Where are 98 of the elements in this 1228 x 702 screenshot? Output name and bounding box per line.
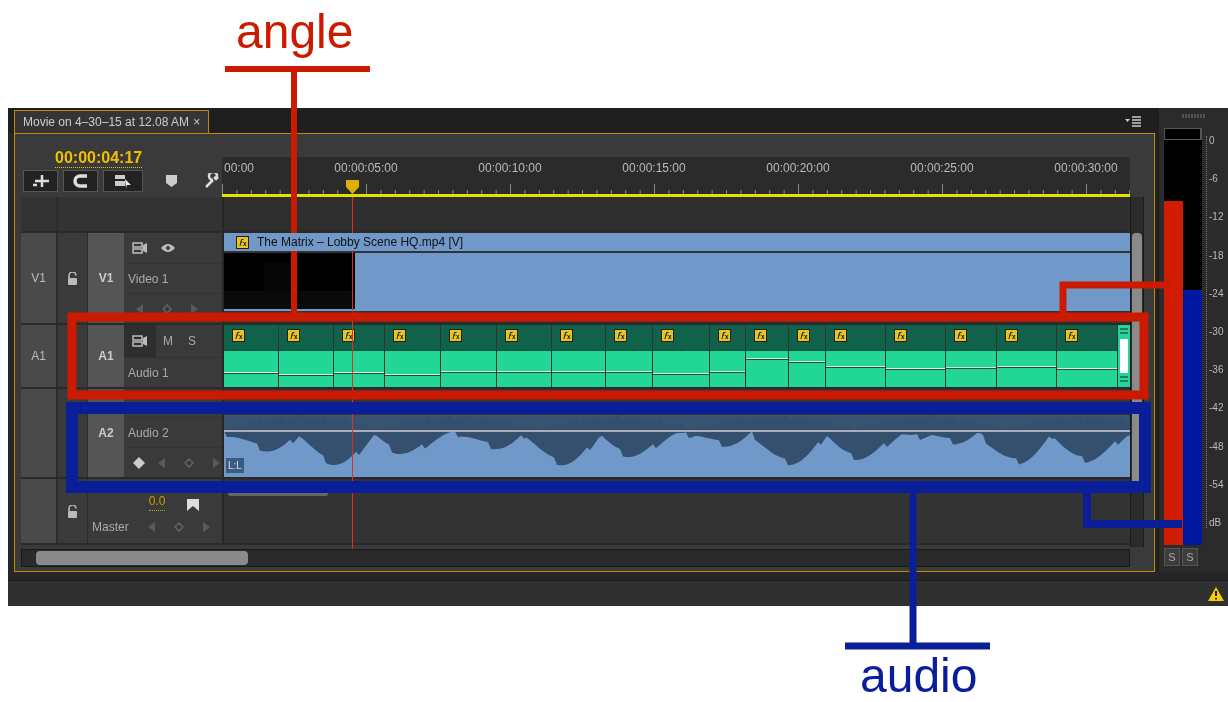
solo-button[interactable]: S	[1182, 548, 1198, 566]
meter-scale-label: -6	[1209, 174, 1219, 185]
effect-badge-icon	[718, 329, 731, 342]
timecode[interactable]: 00:00:04:17	[55, 149, 143, 168]
source-patch[interactable]: A1	[31, 347, 46, 365]
linked-selection-button[interactable]	[103, 170, 143, 192]
audio-clip[interactable]	[710, 325, 746, 387]
ruler-label: 00:00:25:00	[909, 160, 975, 177]
audio-clip[interactable]	[789, 325, 826, 387]
audio-clip[interactable]	[552, 325, 606, 387]
audio-clip[interactable]	[279, 325, 334, 387]
annotation-label: audio	[860, 648, 978, 702]
ruler-label: 00:00:20:00	[765, 160, 831, 177]
audio-clip[interactable]: L:L	[224, 415, 1130, 477]
audio-clip[interactable]	[334, 325, 385, 387]
track-toggle[interactable]: S	[180, 325, 204, 357]
audio-clip[interactable]	[1057, 325, 1118, 387]
ruler-label: 00:00:30:00	[1053, 160, 1119, 177]
track-toggle[interactable]: M	[156, 325, 180, 357]
track-name: Audio 1	[128, 364, 169, 382]
effect-badge-icon	[661, 329, 674, 342]
effect-badge-icon	[954, 329, 967, 342]
lock-icon[interactable]	[67, 504, 78, 518]
panel-tab[interactable]: Movie on 4–30–15 at 12.08 AM ×	[14, 110, 210, 133]
volume-value[interactable]: 0.0	[148, 492, 166, 511]
effect-badge-icon	[894, 329, 907, 342]
track-name: Master	[91, 519, 130, 536]
magnet-icon	[72, 174, 89, 188]
annotation-label: angle	[236, 4, 354, 60]
track-name: Audio 2	[128, 424, 169, 442]
audio-clip[interactable]	[224, 325, 279, 387]
ruler-label: 00:00:05:00	[333, 160, 399, 177]
track-target[interactable]: A1	[98, 347, 114, 365]
meter-scale-label: dB	[1209, 517, 1223, 528]
effect-badge-icon	[1005, 329, 1018, 342]
meter-scale-label: -12	[1209, 212, 1224, 223]
audio-clip[interactable]	[606, 325, 653, 387]
panel-title: Movie on 4–30–15 at 12.08 AM	[23, 114, 190, 131]
bookmark-icon[interactable]	[186, 499, 200, 511]
scrollbar-thumb[interactable]	[36, 551, 248, 565]
eye-icon[interactable]	[160, 243, 176, 253]
meter-scale-label: -48	[1209, 441, 1224, 452]
panel-menu-icon[interactable]	[1125, 116, 1141, 127]
audio-clip[interactable]	[886, 325, 946, 387]
snap-button[interactable]	[63, 170, 98, 192]
playhead-icon[interactable]	[346, 180, 359, 194]
effect-badge-icon	[560, 329, 573, 342]
audio-clip[interactable]	[441, 325, 497, 387]
effect-badge-icon	[393, 329, 406, 342]
meter-scale-label: 0	[1209, 136, 1216, 146]
meter-scale-label: -42	[1209, 403, 1224, 414]
audio-clip[interactable]	[497, 325, 552, 387]
ruler-label: 00:00:15:00	[621, 160, 687, 177]
effect-badge-icon	[287, 329, 300, 342]
insert-button[interactable]	[23, 170, 58, 192]
warning-icon[interactable]	[1208, 586, 1224, 601]
selection-icon	[114, 174, 132, 188]
plus-arrow-icon	[31, 174, 50, 188]
peak-indicator[interactable]	[1164, 128, 1202, 140]
ruler-label: 00:00	[224, 160, 255, 177]
audio-clip[interactable]	[385, 325, 441, 387]
effect-badge-icon	[236, 235, 249, 249]
audio-clip[interactable]	[746, 325, 789, 387]
ruler-label: 00:00:10:00	[477, 160, 543, 177]
effect-badge-icon	[505, 329, 518, 342]
audio-clip[interactable]	[826, 325, 886, 387]
film-camera-icon[interactable]	[132, 335, 148, 347]
solo-button[interactable]: S	[1164, 548, 1180, 566]
meter-scale-label: -24	[1209, 288, 1224, 299]
effect-badge-icon	[834, 329, 847, 342]
track-target[interactable]: V1	[98, 269, 114, 287]
lock-icon[interactable]	[67, 271, 78, 285]
keyframe-add-icon[interactable]	[132, 455, 146, 470]
horizontal-scrollbar[interactable]	[21, 549, 1130, 567]
effect-badge-icon	[232, 329, 245, 342]
audio-clip[interactable]	[946, 325, 997, 387]
meter-scale-label: -54	[1209, 479, 1224, 490]
film-camera-icon[interactable]	[132, 242, 148, 254]
meter-scale-label: -30	[1209, 326, 1224, 337]
time-ruler[interactable]: 00:00 00:00:05:00 00:00:10:00 00:00:15:00 00:00:20:00 00:00:25:00 00:00:30:00	[222, 157, 1130, 197]
audio-clip[interactable]	[653, 325, 710, 387]
channel-label: L:L	[226, 458, 244, 473]
audio-clip[interactable]	[997, 325, 1057, 387]
meter-scale-label: -36	[1209, 365, 1224, 376]
effect-badge-icon	[1065, 329, 1078, 342]
close-button[interactable]: ×	[193, 113, 201, 131]
effect-badge-icon	[614, 329, 627, 342]
meter-scale-label: -18	[1209, 250, 1224, 261]
track-target[interactable]: A2	[98, 424, 114, 442]
video-clip[interactable]: The Matrix – Lobby Scene HQ.mp4 [V]	[224, 233, 1130, 311]
effect-badge-icon	[797, 329, 810, 342]
effect-badge-icon	[754, 329, 767, 342]
clip-title: The Matrix – Lobby Scene HQ.mp4 [V]	[257, 233, 464, 251]
grip-icon[interactable]	[1181, 114, 1206, 118]
effect-badge-icon	[449, 329, 462, 342]
track-name: Video 1	[128, 270, 169, 288]
source-patch[interactable]: V1	[31, 269, 46, 287]
marker-icon[interactable]	[166, 175, 177, 187]
